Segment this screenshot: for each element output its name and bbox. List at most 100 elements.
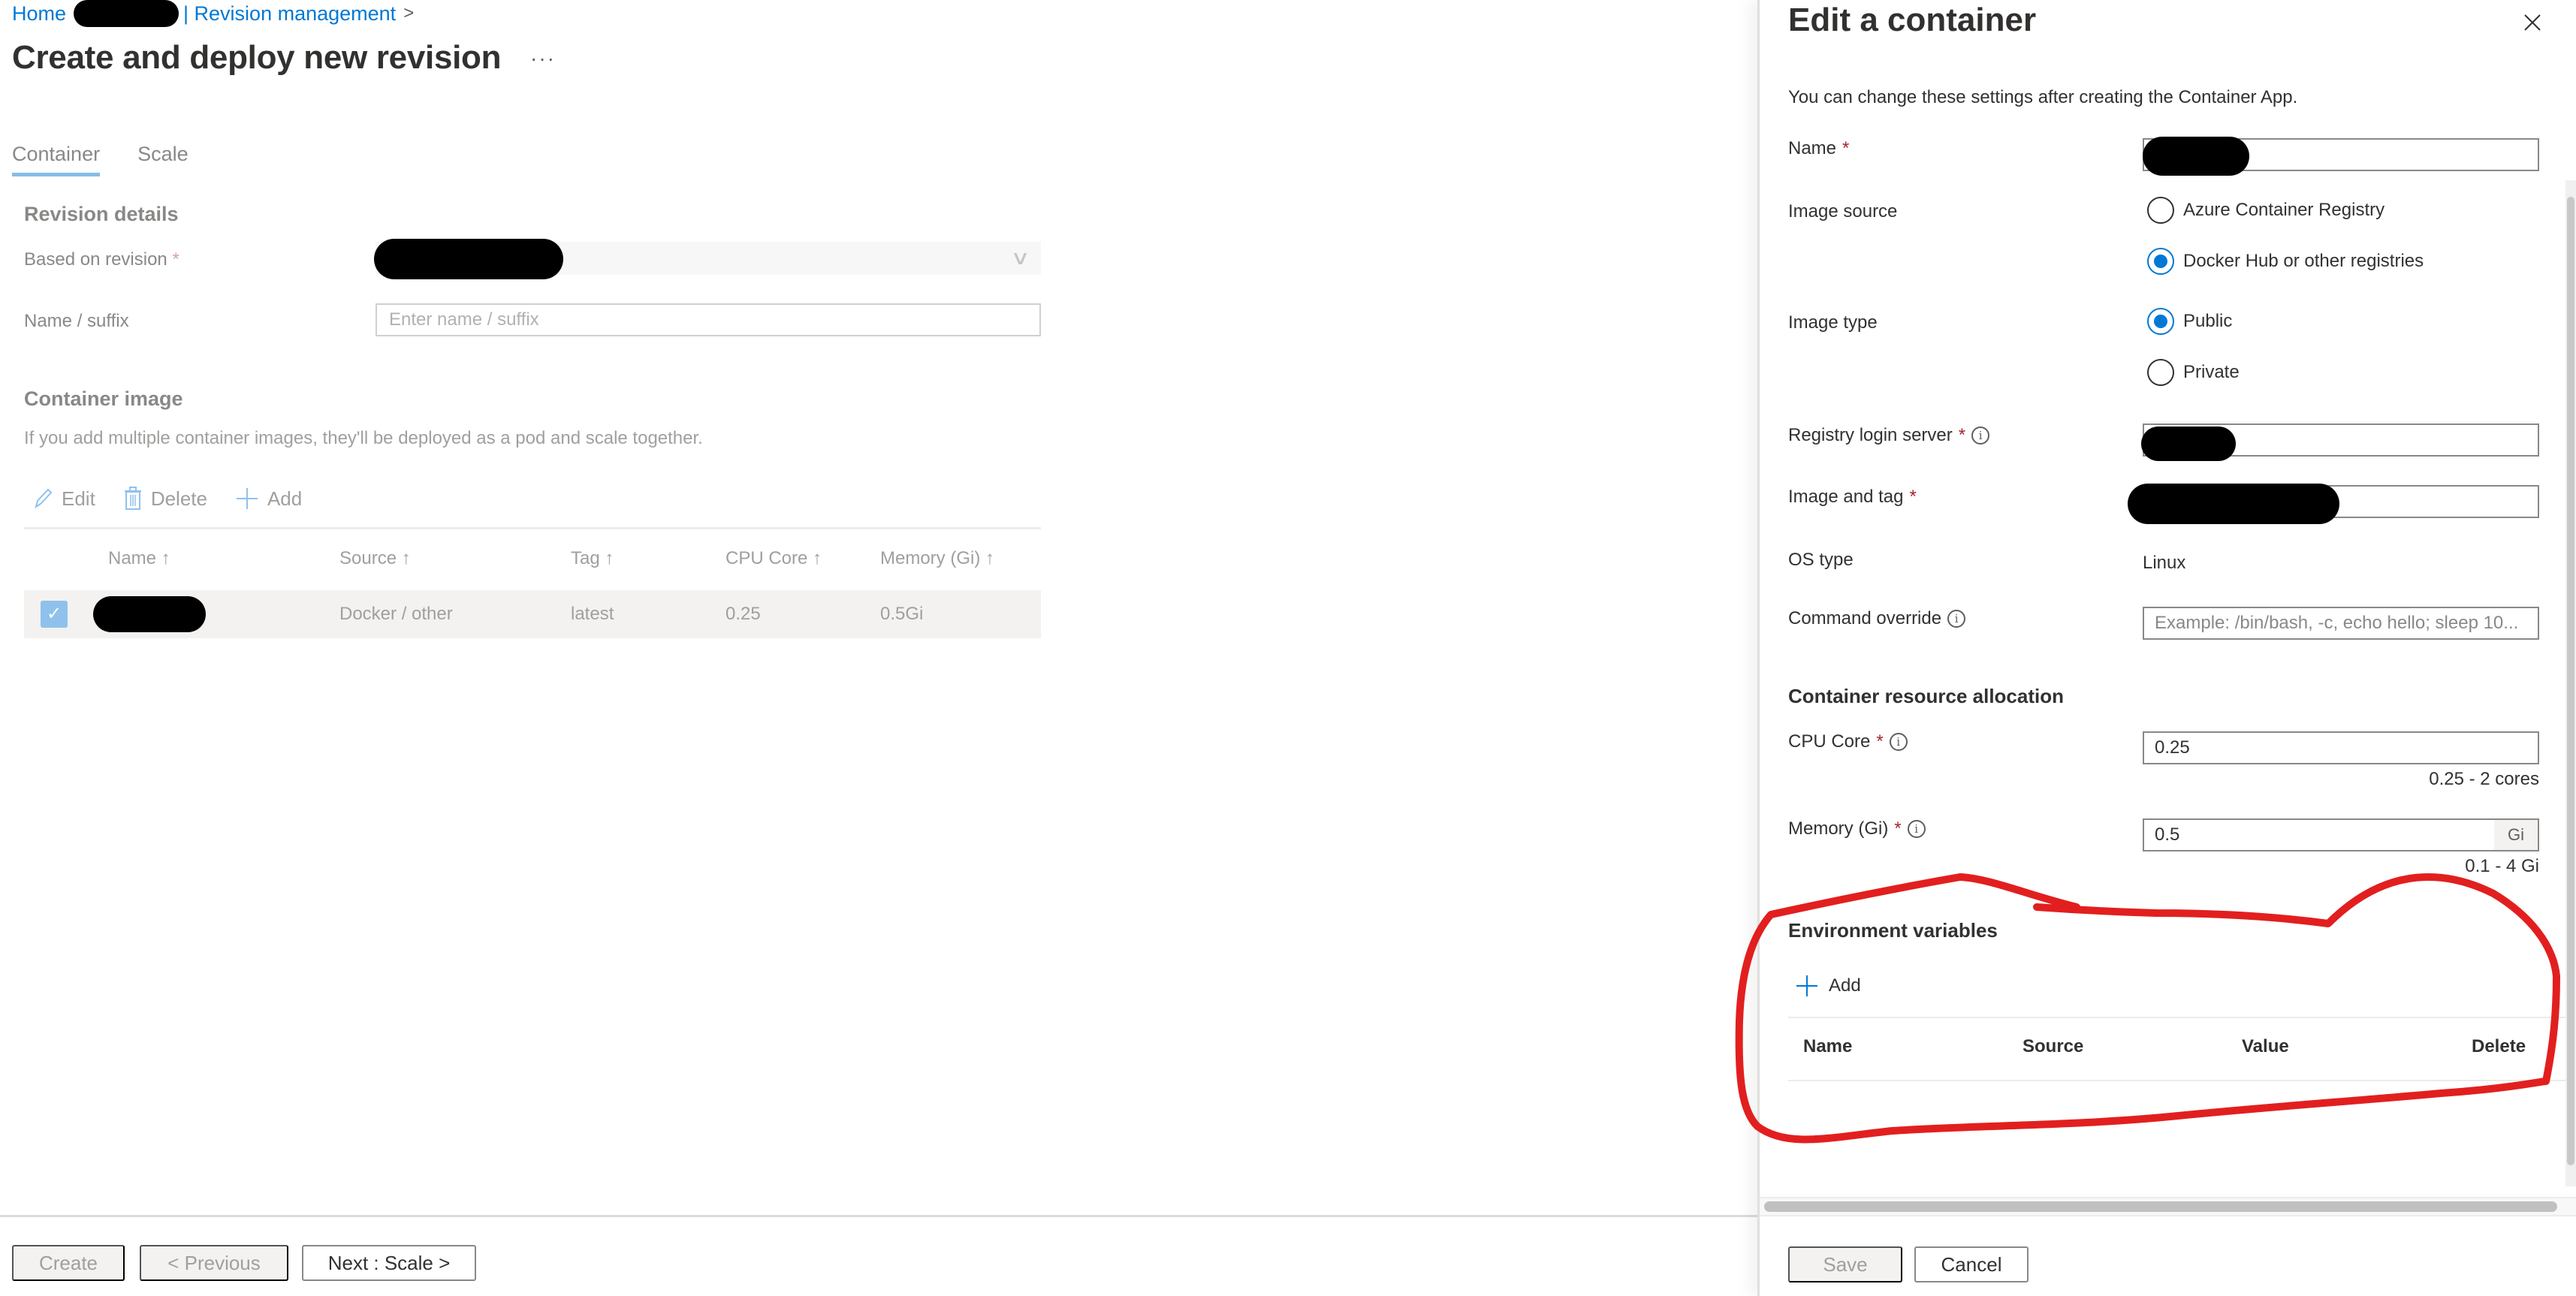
column-header-cpu[interactable]: CPU Core ↑ — [725, 548, 822, 569]
plus-icon — [236, 488, 258, 509]
command-bar-divider — [24, 527, 1041, 529]
redacted-image-tag — [2128, 484, 2339, 524]
image-source-label: Image source — [1788, 201, 1898, 222]
footer-divider — [0, 1215, 1757, 1217]
vertical-scroll-thumb[interactable] — [2567, 197, 2574, 1165]
command-override-input[interactable] — [2143, 607, 2539, 640]
command-override-label-text: Command override — [1788, 608, 1942, 628]
cell-source: Docker / other — [339, 604, 453, 624]
required-mark: * — [172, 249, 179, 270]
container-command-bar: Edit Delete Add — [33, 487, 302, 511]
tab-scale[interactable]: Scale — [137, 143, 189, 176]
env-add-button[interactable]: Add — [1796, 975, 1861, 997]
column-header-tag[interactable]: Tag ↑ — [571, 548, 614, 569]
delete-button[interactable]: Delete — [124, 487, 207, 511]
add-button[interactable]: Add — [236, 487, 302, 511]
redacted-revision-value — [374, 239, 563, 279]
info-icon[interactable]: i — [1907, 820, 1926, 838]
required-mark: * — [1894, 818, 1902, 839]
image-tag-label: Image and tag * — [1788, 487, 1917, 508]
edit-button[interactable]: Edit — [33, 487, 95, 511]
registry-login-field — [2141, 423, 2539, 461]
radio-azure-container-registry[interactable]: Azure Container Registry — [2147, 197, 2384, 224]
pane-title: Edit a container — [1788, 2, 2037, 38]
env-column-value: Value — [2242, 1036, 2289, 1056]
column-header-name[interactable]: Name ↑ — [108, 548, 170, 569]
cell-tag: latest — [571, 604, 614, 624]
add-label: Add — [267, 487, 303, 510]
cancel-button[interactable]: Cancel — [1914, 1246, 2029, 1282]
memory-input[interactable] — [2143, 818, 2539, 851]
container-name-field — [2143, 137, 2539, 176]
pane-horizontal-scrollbar[interactable] — [1760, 1197, 2576, 1216]
info-icon[interactable]: i — [1947, 610, 1966, 628]
radio-circle-icon — [2147, 197, 2174, 224]
registry-login-label-text: Registry login server — [1788, 425, 1953, 445]
pane-vertical-scrollbar[interactable] — [2565, 180, 2576, 1186]
memory-label-text: Memory (Gi) — [1788, 818, 1889, 839]
previous-button[interactable]: < Previous — [140, 1245, 288, 1281]
trash-icon — [124, 487, 141, 510]
tab-list: Container Scale — [12, 143, 189, 176]
cpu-core-input[interactable] — [2143, 731, 2539, 764]
radio-selected-icon — [2147, 248, 2174, 275]
radio-circle-icon — [2147, 359, 2174, 386]
more-options-button[interactable]: ··· — [530, 47, 556, 71]
horizontal-scroll-thumb[interactable] — [1764, 1201, 2557, 1212]
env-add-label: Add — [1829, 975, 1861, 996]
os-type-value: Linux — [2143, 553, 2186, 573]
cpu-core-label-text: CPU Core — [1788, 731, 1871, 752]
required-mark: * — [1909, 487, 1917, 507]
radio-public[interactable]: Public — [2147, 308, 2232, 335]
required-mark: * — [1842, 138, 1850, 158]
env-table-bottom-divider — [1788, 1080, 2569, 1081]
env-variables-heading: Environment variables — [1788, 919, 1998, 942]
column-header-memory[interactable]: Memory (Gi) ↑ — [880, 548, 994, 569]
os-type-label: OS type — [1788, 550, 1854, 570]
container-image-heading: Container image — [24, 387, 183, 410]
required-mark: * — [1958, 425, 1966, 445]
required-mark: * — [1876, 731, 1884, 752]
radio-selected-icon — [2147, 308, 2174, 335]
radio-docker-hub[interactable]: Docker Hub or other registries — [2147, 248, 2424, 275]
pane-content: You can change these settings after crea… — [1760, 45, 2576, 1201]
close-icon — [2524, 14, 2541, 31]
cpu-core-label: CPU Core * i — [1788, 731, 1908, 752]
memory-unit-suffix: Gi — [2494, 820, 2538, 850]
info-icon[interactable]: i — [1971, 426, 1990, 445]
cell-memory: 0.5Gi — [880, 604, 924, 624]
next-scale-button[interactable]: Next : Scale > — [302, 1245, 476, 1281]
pencil-icon — [35, 488, 53, 509]
env-table-top-divider — [1788, 1017, 2569, 1018]
image-type-label: Image type — [1788, 312, 1878, 333]
tab-container[interactable]: Container — [12, 143, 101, 176]
row-checkbox[interactable]: ✓ — [41, 601, 68, 628]
env-column-name: Name — [1803, 1036, 1853, 1056]
table-row[interactable]: ✓ Docker / other latest 0.25 0.5Gi — [24, 590, 1041, 638]
breadcrumb-home[interactable]: Home — [12, 2, 66, 26]
page-title: Create and deploy new revision — [12, 39, 502, 76]
memory-hint: 0.1 - 4 Gi — [2465, 856, 2539, 876]
pane-intro: You can change these settings after crea… — [1788, 87, 2298, 107]
name-suffix-input[interactable] — [376, 303, 1041, 336]
image-tag-label-text: Image and tag — [1788, 487, 1904, 507]
command-override-label: Command override i — [1788, 608, 1966, 629]
create-button[interactable]: Create — [12, 1245, 125, 1281]
column-header-source[interactable]: Source ↑ — [339, 548, 411, 569]
redacted-container-name — [2143, 137, 2249, 176]
container-name-label-text: Name — [1788, 138, 1837, 158]
breadcrumb-revision-management[interactable]: | Revision management — [183, 2, 396, 26]
redacted-registry-server — [2141, 426, 2236, 461]
info-icon[interactable]: i — [1889, 733, 1908, 751]
env-column-delete: Delete — [2472, 1036, 2526, 1056]
radio-label: Public — [2183, 311, 2233, 331]
registry-login-label: Registry login server * i — [1788, 425, 1990, 446]
container-name-label: Name * — [1788, 138, 1849, 159]
name-suffix-label: Name / suffix — [24, 311, 129, 331]
based-on-revision-dropdown[interactable]: ∨ — [374, 239, 1041, 279]
cpu-core-hint: 0.25 - 2 cores — [2429, 769, 2539, 789]
save-button[interactable]: Save — [1788, 1246, 1902, 1282]
chevron-right-icon: > — [403, 3, 415, 23]
radio-private[interactable]: Private — [2147, 359, 2240, 386]
close-button[interactable] — [2517, 8, 2547, 38]
